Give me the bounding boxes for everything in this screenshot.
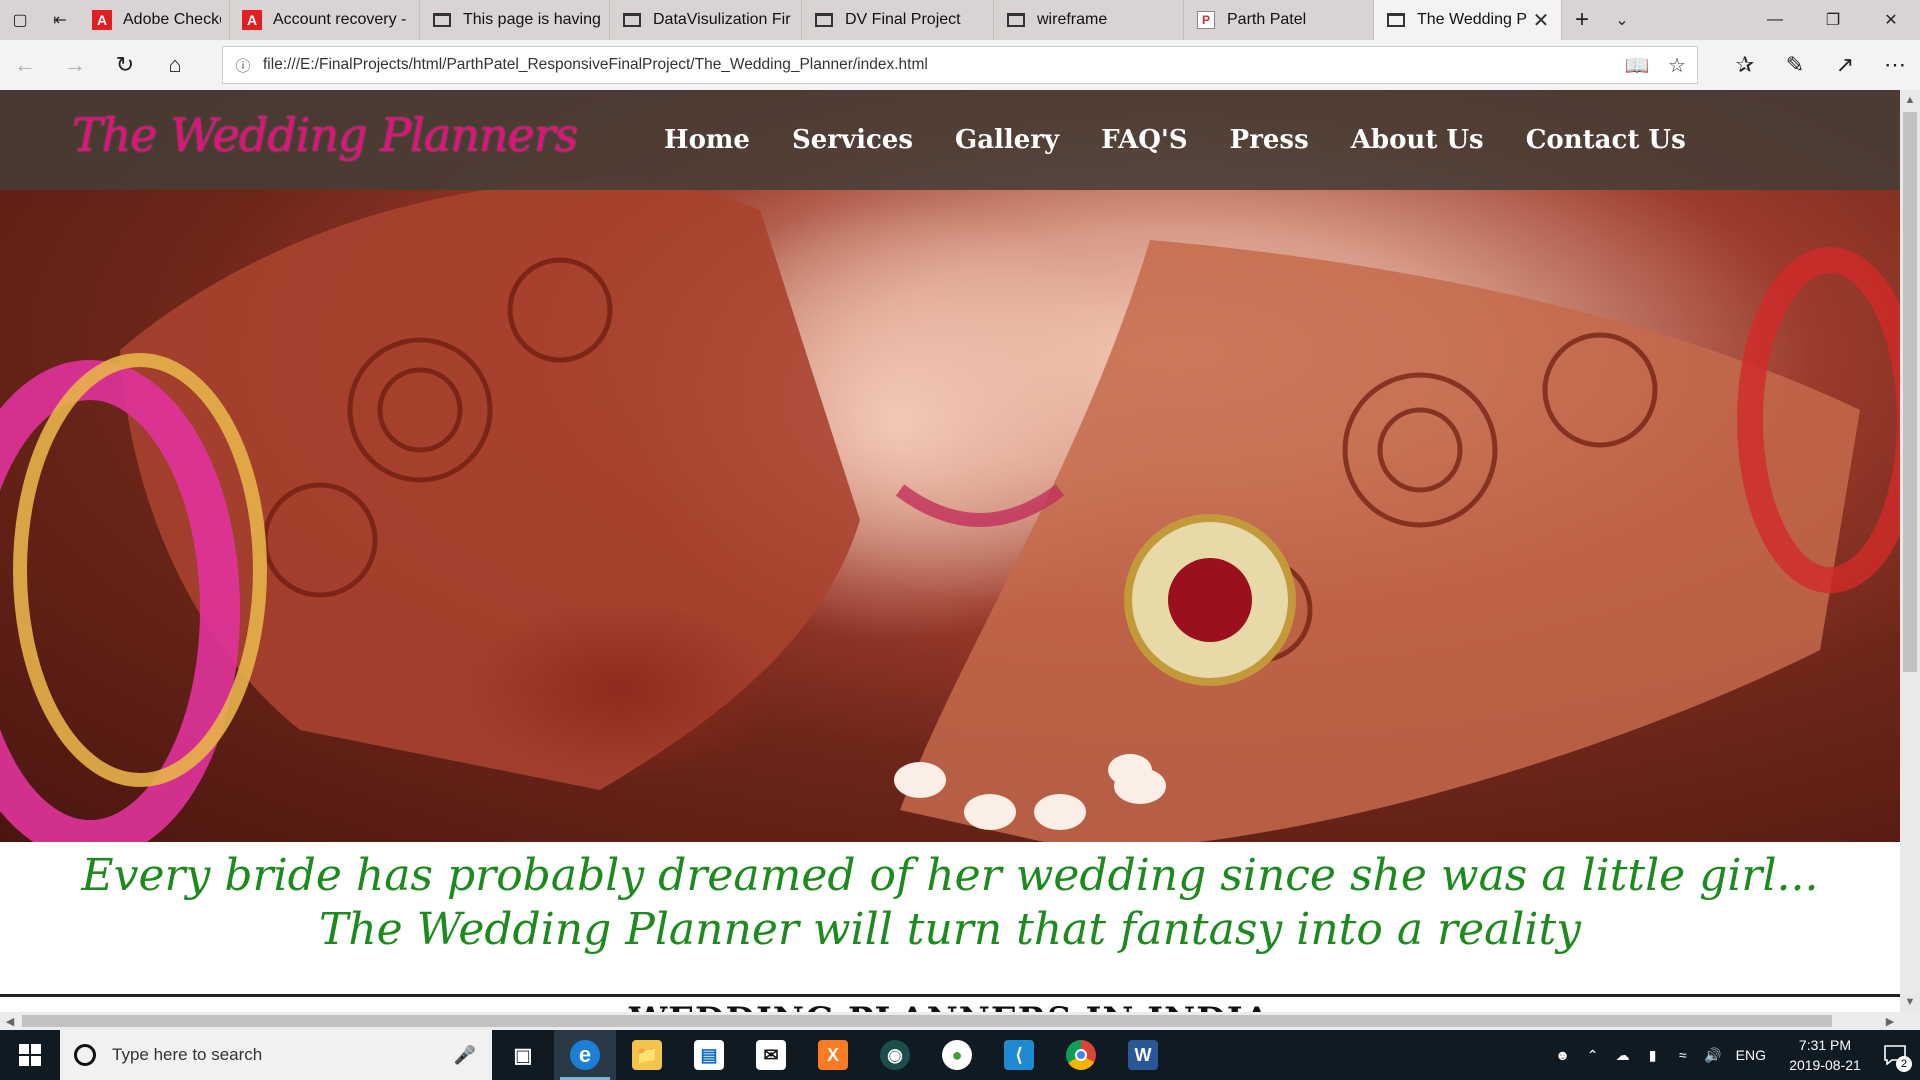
file-explorer-icon[interactable]: 📁 xyxy=(616,1030,678,1080)
address-toolbar: ← → ↻ ⌂ ⓘ file:///E:/FinalProjects/html/… xyxy=(0,40,1920,90)
people-icon[interactable]: ☻ xyxy=(1548,1047,1578,1063)
horizontal-scroll-thumb[interactable] xyxy=(22,1015,1832,1027)
address-bar[interactable]: ⓘ file:///E:/FinalProjects/html/ParthPat… xyxy=(222,46,1698,84)
windows-taskbar: Type here to search 🎤 ▣ e 📁 ▤ ✉ X ◉ ● ⟨ … xyxy=(0,1030,1920,1080)
chevron-down-icon[interactable]: ⌄ xyxy=(1602,0,1642,40)
clock-date: 2019-08-21 xyxy=(1789,1057,1861,1073)
tab-actions-icon[interactable]: ▢ xyxy=(0,0,40,40)
page-icon xyxy=(814,10,834,30)
microphone-icon[interactable]: 🎤 xyxy=(454,1045,476,1066)
section-divider xyxy=(0,994,1900,997)
vscode-icon[interactable]: ⟨ xyxy=(988,1030,1050,1080)
info-icon[interactable]: ⓘ xyxy=(223,55,263,76)
more-icon[interactable]: ⋯ xyxy=(1870,40,1920,90)
mongodb-icon[interactable]: ● xyxy=(926,1030,988,1080)
tab-adobe-checkout[interactable]: A Adobe Checkout xyxy=(80,0,230,40)
scroll-up-icon[interactable]: ▲ xyxy=(1900,90,1920,110)
chrome-icon[interactable] xyxy=(1050,1030,1112,1080)
page-viewport: The Wedding Planners Home Services Galle… xyxy=(0,90,1900,1012)
site-logo[interactable]: The Wedding Planners xyxy=(72,108,578,162)
cortana-icon xyxy=(74,1044,96,1066)
notification-badge: 2 xyxy=(1896,1056,1912,1072)
scroll-right-icon[interactable]: ▶ xyxy=(1880,1012,1900,1030)
tab-the-wedding-planner[interactable]: The Wedding P ✕ xyxy=(1374,0,1562,40)
web-note-icon[interactable]: ✎ xyxy=(1770,40,1820,90)
system-tray: ☻ ⌃ ☁ ▮ ≈ 🔊 ENG 7:31 PM 2019-08-21 2 xyxy=(1548,1030,1920,1080)
gitkraken-icon[interactable]: ◉ xyxy=(864,1030,926,1080)
nav-press[interactable]: Press xyxy=(1230,125,1309,155)
battery-icon[interactable]: ▮ xyxy=(1638,1047,1668,1064)
word-icon[interactable]: W xyxy=(1112,1030,1174,1080)
adobe-icon: A xyxy=(92,10,112,30)
nav-services[interactable]: Services xyxy=(792,125,913,155)
scroll-down-icon[interactable]: ▼ xyxy=(1900,992,1920,1012)
refresh-icon[interactable]: ↻ xyxy=(100,40,150,90)
browser-tab-strip: ▢ ⇤ A Adobe Checkout A Account recovery … xyxy=(0,0,1920,40)
nav-gallery[interactable]: Gallery xyxy=(955,125,1059,155)
favorite-star-icon[interactable]: ☆ xyxy=(1657,53,1697,78)
restore-icon[interactable]: ❐ xyxy=(1804,0,1862,40)
window-close-icon[interactable]: ✕ xyxy=(1862,0,1920,40)
nav-contact-us[interactable]: Contact Us xyxy=(1526,125,1686,155)
minimize-icon[interactable]: — xyxy=(1746,0,1804,40)
volume-icon[interactable]: 🔊 xyxy=(1698,1047,1728,1064)
reading-view-icon[interactable]: 📖 xyxy=(1617,53,1657,78)
favorites-icon[interactable]: ✰ xyxy=(1720,40,1770,90)
chevron-up-icon[interactable]: ⌃ xyxy=(1578,1047,1608,1064)
nav-home[interactable]: Home xyxy=(664,125,750,155)
hero-image-henna-hands: The Wedding Planners Home Services Galle… xyxy=(0,90,1900,842)
tagline-line-2: The Wedding Planner will turn that fanta… xyxy=(318,904,1582,955)
tab-this-page[interactable]: This page is having xyxy=(420,0,610,40)
vertical-scrollbar[interactable]: ▲ ▼ xyxy=(1900,90,1920,1012)
tagline: Every bride has probably dreamed of her … xyxy=(0,842,1900,992)
mail-icon[interactable]: ✉ xyxy=(740,1030,802,1080)
taskbar-search[interactable]: Type here to search 🎤 xyxy=(60,1030,492,1080)
set-aside-tabs-icon[interactable]: ⇤ xyxy=(40,0,80,40)
wifi-icon[interactable]: ≈ xyxy=(1668,1047,1698,1063)
adobe-icon: A xyxy=(242,10,262,30)
windows-start-icon[interactable] xyxy=(0,1030,60,1080)
pp-icon: P xyxy=(1196,10,1216,30)
xampp-icon[interactable]: X xyxy=(802,1030,864,1080)
clock-time: 7:31 PM xyxy=(1798,1037,1852,1053)
home-icon[interactable]: ⌂ xyxy=(150,40,200,90)
cloud-icon[interactable]: ☁ xyxy=(1608,1047,1638,1064)
url-text[interactable]: file:///E:/FinalProjects/html/ParthPatel… xyxy=(263,56,928,74)
section-heading: WEDDING PLANNERS IN INDIA xyxy=(0,1000,1900,1012)
page-icon xyxy=(622,10,642,30)
forward-icon[interactable]: → xyxy=(50,40,100,90)
language-indicator[interactable]: ENG xyxy=(1736,1047,1766,1063)
page-icon xyxy=(432,10,452,30)
clock[interactable]: 7:31 PM 2019-08-21 xyxy=(1780,1035,1870,1075)
tab-account-recovery[interactable]: A Account recovery - xyxy=(230,0,420,40)
back-icon[interactable]: ← xyxy=(0,40,50,90)
tab-wireframe[interactable]: wireframe xyxy=(994,0,1184,40)
page-icon xyxy=(1006,10,1026,30)
nav-about-us[interactable]: About Us xyxy=(1351,125,1484,155)
tagline-line-1: Every bride has probably dreamed of her … xyxy=(81,850,1819,901)
scroll-left-icon[interactable]: ◀ xyxy=(0,1012,20,1030)
close-icon[interactable]: ✕ xyxy=(1529,8,1553,32)
search-placeholder: Type here to search xyxy=(112,1045,263,1064)
tab-datavisulization[interactable]: DataVisulization Fir xyxy=(610,0,802,40)
site-header: The Wedding Planners Home Services Galle… xyxy=(0,90,1900,190)
action-center-icon[interactable]: 2 xyxy=(1870,1030,1920,1080)
scrollbar-corner xyxy=(1900,1012,1920,1030)
task-view-icon[interactable]: ▣ xyxy=(492,1030,554,1080)
vertical-scroll-thumb[interactable] xyxy=(1903,112,1917,672)
tab-parth-patel[interactable]: P Parth Patel xyxy=(1184,0,1374,40)
store-icon[interactable]: ▤ xyxy=(678,1030,740,1080)
main-nav: Home Services Gallery FAQ'S Press About … xyxy=(664,90,1728,190)
edge-icon[interactable]: e xyxy=(554,1030,616,1080)
share-icon[interactable]: ↗ xyxy=(1820,40,1870,90)
tab-dv-final-project[interactable]: DV Final Project xyxy=(802,0,994,40)
new-tab-icon[interactable]: + xyxy=(1562,0,1602,40)
page-icon xyxy=(1386,10,1406,30)
nav-faqs[interactable]: FAQ'S xyxy=(1101,125,1188,155)
horizontal-scrollbar[interactable]: ◀ ▶ xyxy=(0,1012,1900,1030)
